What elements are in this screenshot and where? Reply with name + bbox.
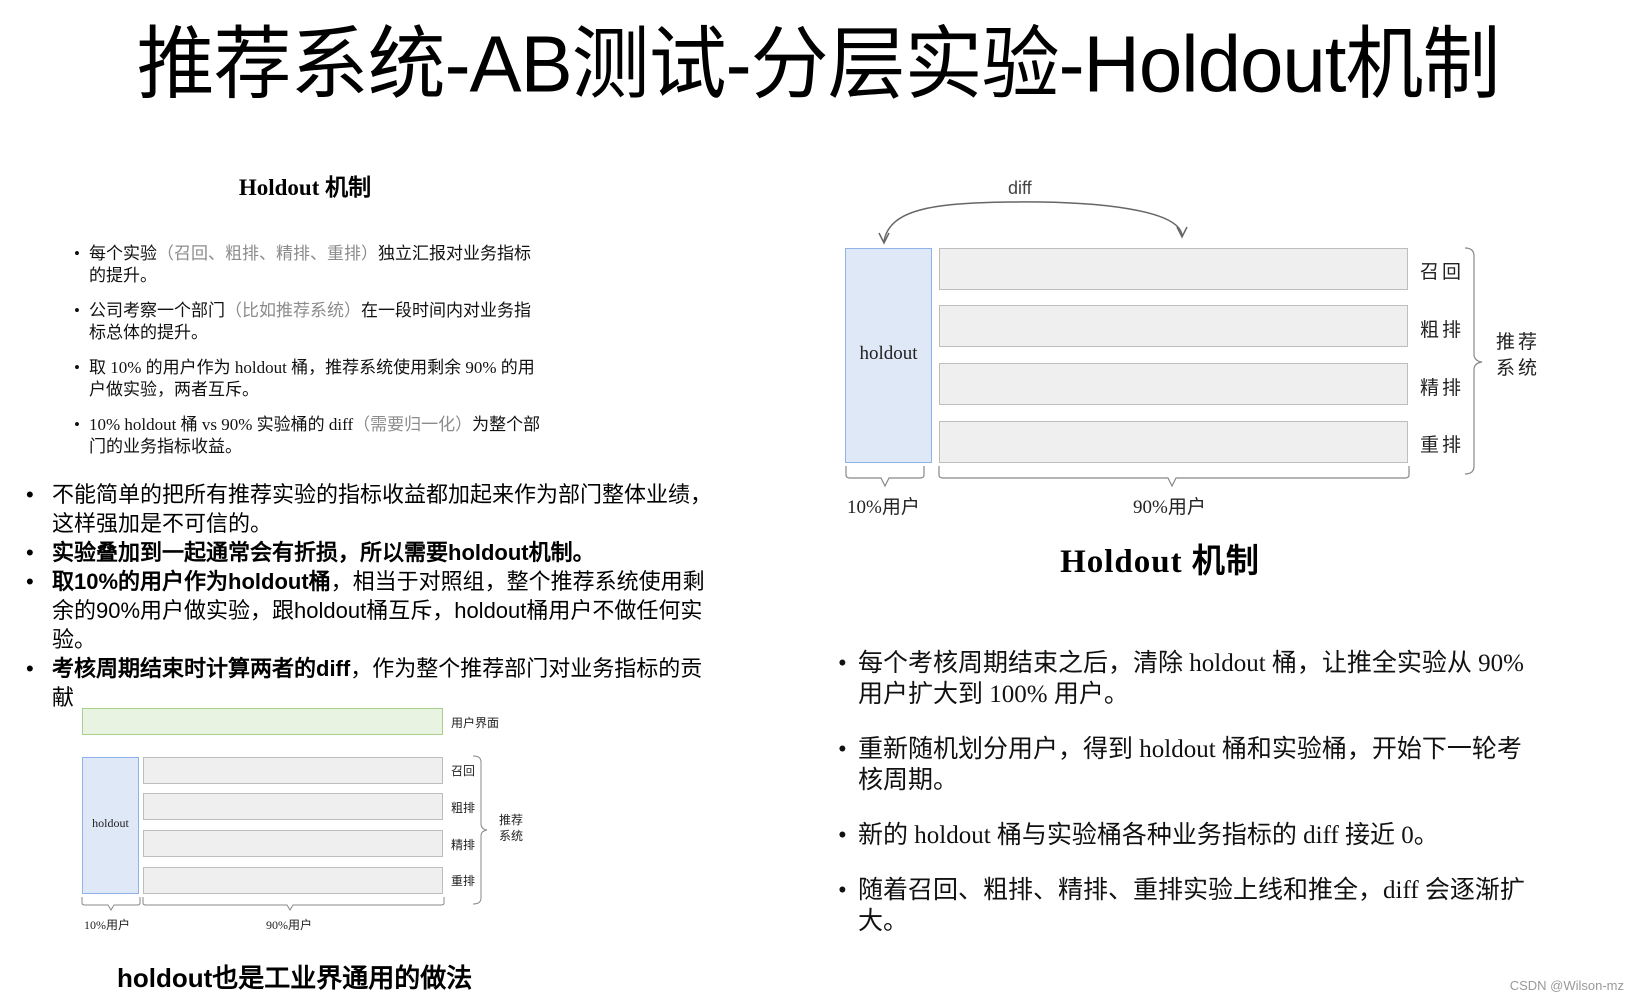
left-panel-heading: Holdout 机制 [238, 175, 372, 200]
arrow-head-right-icon [1176, 226, 1188, 239]
group-label: 推荐 系统 [499, 813, 524, 843]
left-panel-bullet: 10% holdout 桶 vs 90% 实验桶的 diff（需要归一化）为整个… [72, 414, 542, 458]
right-bullets: 每个考核周期结束之后，清除 holdout 桶，让推全实验从 90% 用户扩大到… [836, 648, 1536, 961]
group-brace [472, 755, 488, 905]
right-bullet: 重新随机划分用户，得到 holdout 桶和实验桶，开始下一轮考核周期。 [836, 734, 1536, 796]
split-holdout-label: 10%用户 [84, 918, 130, 932]
small-diagram-brackets [81, 755, 488, 911]
group-label: 推荐 系统 [1496, 332, 1541, 379]
user-interface-label: 用户界面 [451, 716, 500, 730]
watermark: CSDN @Wilson-mz [1509, 978, 1624, 993]
left-panel-bullets: 每个实验（召回、粗排、精排、重排）独立汇报对业务指标的提升。 公司考察一个部门（… [72, 243, 542, 471]
right-diagram-caption: Holdout 机制 [1060, 544, 1260, 580]
slide-title: 推荐系统-AB测试-分层实验-Holdout机制 [136, 19, 1501, 109]
diff-arc [883, 201, 1183, 242]
footer-note: holdout也是工业界通用的做法 [117, 963, 473, 993]
main-bullet: 不能简单的把所有推荐实验的指标收益都加起来作为部门整体业绩，这样强加是不可信的。 [22, 480, 722, 538]
holdout-brace [845, 466, 925, 488]
split-experiment-label: 90%用户 [1133, 497, 1206, 518]
right-diagram-brackets [845, 247, 1483, 488]
user-interface-box [82, 708, 443, 735]
main-bullet: 考核周期结束时计算两者的diff，作为整个推荐部门对业务指标的贡献 [22, 654, 722, 712]
main-bullet: 取10%的用户作为holdout桶，相当于对照组，整个推荐系统使用剩余的90%用… [22, 567, 722, 654]
main-bullets: 不能简单的把所有推荐实验的指标收益都加起来作为部门整体业绩，这样强加是不可信的。… [22, 480, 722, 712]
left-panel-bullet: 公司考察一个部门（比如推荐系统）在一段时间内对业务指标总体的提升。 [72, 300, 542, 344]
experiment-brace [142, 897, 445, 911]
right-bullet: 随着召回、粗排、精排、重排实验上线和推全，diff 会逐渐扩大。 [836, 875, 1536, 937]
experiment-brace [938, 466, 1410, 488]
main-bullet: 实验叠加到一起通常会有折损，所以需要holdout机制。 [22, 538, 722, 567]
split-holdout-label: 10%用户 [847, 497, 920, 518]
group-brace [1464, 247, 1483, 475]
split-experiment-label: 90%用户 [266, 918, 312, 932]
right-bullet: 每个考核周期结束之后，清除 holdout 桶，让推全实验从 90% 用户扩大到… [836, 648, 1536, 710]
right-bullet: 新的 holdout 桶与实验桶各种业务指标的 diff 接近 0。 [836, 820, 1536, 851]
left-panel-bullet: 每个实验（召回、粗排、精排、重排）独立汇报对业务指标的提升。 [72, 243, 542, 287]
holdout-brace [81, 897, 141, 911]
left-panel-bullet: 取 10% 的用户作为 holdout 桶，推荐系统使用剩余 90% 的用户做实… [72, 357, 542, 401]
